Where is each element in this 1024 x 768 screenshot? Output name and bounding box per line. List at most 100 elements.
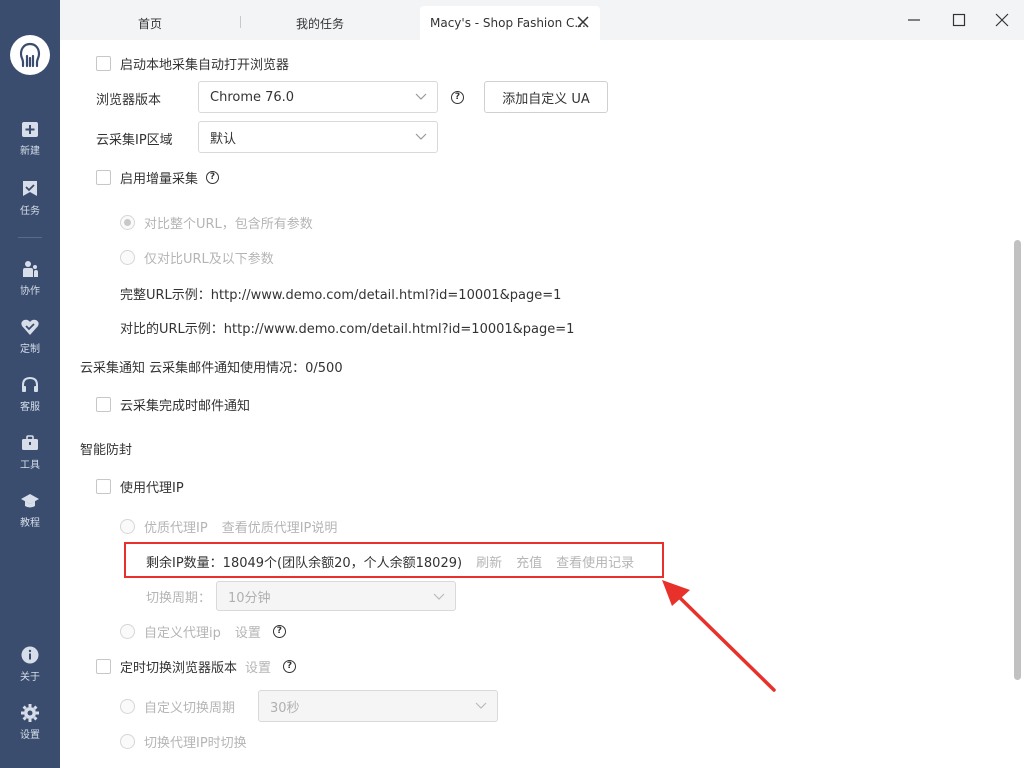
sidebar-label-new: 新建: [20, 146, 40, 157]
use-proxy-ip-label: 使用代理IP: [120, 481, 184, 496]
ip-region-label: 云采集IP区域: [96, 133, 173, 148]
compare-partial-url-row[interactable]: 仅对比URL及以下参数: [120, 248, 274, 267]
scrollbar[interactable]: [1012, 40, 1024, 768]
sidebar-label-support: 客服: [20, 402, 40, 413]
minimize-icon[interactable]: [902, 8, 926, 32]
sidebar-label-tools: 工具: [20, 460, 40, 471]
info-icon: [21, 646, 39, 664]
chevron-down-icon: [433, 593, 445, 600]
browser-version-select[interactable]: Chrome 76.0: [198, 81, 438, 113]
app-logo-icon[interactable]: [10, 35, 50, 75]
switch-period-label: 切换周期：: [146, 591, 212, 606]
sidebar-label-tutorial: 教程: [20, 518, 40, 529]
people-icon: [23, 261, 38, 277]
help-icon[interactable]: ?: [283, 660, 297, 673]
custom-proxy-row[interactable]: 自定义代理ip 设置 ?: [120, 622, 286, 641]
sidebar-label-settings: 设置: [20, 730, 40, 741]
flag-icon: [23, 181, 37, 196]
switch-on-proxy-change-radio[interactable]: [120, 734, 135, 749]
sidebar-label-collab: 协作: [20, 286, 40, 297]
anti-block-heading: 智能防封: [80, 443, 133, 458]
use-proxy-ip-row[interactable]: 使用代理IP: [96, 477, 184, 496]
heart-check-icon: [21, 319, 39, 335]
email-on-complete-row[interactable]: 云采集完成时邮件通知: [96, 395, 250, 414]
auto-open-browser-label: 启动本地采集自动打开浏览器: [120, 58, 290, 73]
custom-proxy-label: 自定义代理ip: [144, 626, 221, 641]
settings-panel: 启动本地采集自动打开浏览器 浏览器版本 Chrome 76.0 ? 添加自定义 …: [60, 40, 1012, 768]
help-icon[interactable]: ?: [206, 171, 220, 184]
email-on-complete-label: 云采集完成时邮件通知: [120, 399, 251, 414]
close-window-icon[interactable]: [990, 8, 1014, 32]
ip-region-select[interactable]: 默认: [198, 121, 438, 153]
help-icon[interactable]: ?: [451, 91, 464, 104]
compare-partial-url-label: 仅对比URL及以下参数: [144, 252, 274, 267]
full-url-example: 完整URL示例：http://www.demo.com/detail.html?…: [120, 288, 562, 303]
sidebar-item-settings[interactable]: 设置: [0, 694, 60, 750]
sidebar: 新建 任务 协作 定制 客服 工具 教程 关于 设置: [0, 0, 60, 768]
custom-switch-period-row[interactable]: 自定义切换周期: [120, 697, 235, 716]
compare-url-example: 对比的URL示例：http://www.demo.com/detail.html…: [120, 322, 575, 337]
sidebar-label-custom: 定制: [20, 344, 40, 355]
auto-open-browser-row[interactable]: 启动本地采集自动打开浏览器: [96, 54, 289, 73]
graduation-cap-icon: [21, 494, 39, 508]
sidebar-item-custom[interactable]: 定制: [0, 308, 60, 364]
email-on-complete-checkbox[interactable]: [96, 397, 111, 412]
browser-version-label: 浏览器版本: [96, 93, 162, 108]
ip-region-value: 默认: [210, 131, 237, 147]
premium-proxy-radio[interactable]: [120, 519, 135, 534]
tab-active-label: Macy's - Shop Fashion C...: [430, 16, 586, 30]
use-proxy-ip-checkbox[interactable]: [96, 479, 111, 494]
chevron-down-icon: [475, 702, 487, 709]
sidebar-item-tools[interactable]: 工具: [0, 424, 60, 480]
custom-proxy-radio[interactable]: [120, 624, 135, 639]
compare-full-url-row[interactable]: 对比整个URL，包含所有参数: [120, 213, 313, 232]
sidebar-item-tutorial[interactable]: 教程: [0, 482, 60, 538]
switch-period-value: 10分钟: [228, 590, 271, 606]
scrollbar-thumb[interactable]: [1014, 240, 1021, 680]
sidebar-item-support[interactable]: 客服: [0, 366, 60, 422]
custom-proxy-settings-link[interactable]: 设置: [235, 622, 261, 641]
browser-version-value: Chrome 76.0: [210, 89, 295, 105]
premium-proxy-row[interactable]: 优质代理IP 查看优质代理IP说明: [120, 517, 337, 536]
sidebar-item-new[interactable]: 新建: [0, 110, 60, 166]
auto-open-browser-checkbox[interactable]: [96, 56, 111, 71]
close-tab-icon[interactable]: [576, 15, 590, 29]
tab-home[interactable]: 首页: [100, 6, 200, 40]
maximize-icon[interactable]: [947, 8, 971, 32]
tab-my-tasks[interactable]: 我的任务: [260, 6, 380, 40]
custom-switch-period-radio[interactable]: [120, 699, 135, 714]
timed-switch-browser-row[interactable]: 定时切换浏览器版本 设置 ?: [96, 657, 297, 676]
tab-separator: [240, 16, 241, 28]
gear-icon: [21, 704, 39, 722]
timed-switch-settings-link[interactable]: 设置: [245, 657, 271, 676]
tab-home-label: 首页: [137, 16, 162, 31]
switch-on-proxy-change-row[interactable]: 切换代理IP时切换: [120, 732, 247, 751]
timed-switch-browser-label: 定时切换浏览器版本: [120, 661, 238, 676]
incremental-checkbox[interactable]: [96, 170, 111, 185]
highlight-box: [124, 542, 664, 578]
cloud-notify-text: 云采集通知 云采集邮件通知使用情况：0/500: [80, 361, 343, 376]
timed-switch-browser-checkbox[interactable]: [96, 659, 111, 674]
add-custom-ua-button[interactable]: 添加自定义 UA: [484, 81, 608, 113]
plus-icon: [22, 122, 38, 137]
incremental-row[interactable]: 启用增量采集 ?: [96, 168, 220, 187]
compare-partial-url-radio[interactable]: [120, 250, 135, 265]
switch-period-select[interactable]: 10分钟: [216, 581, 456, 611]
help-icon[interactable]: ?: [272, 625, 286, 638]
sidebar-item-collab[interactable]: 协作: [0, 250, 60, 306]
incremental-label: 启用增量采集: [120, 172, 199, 187]
compare-full-url-radio[interactable]: [120, 215, 135, 230]
view-premium-proxy-info-link[interactable]: 查看优质代理IP说明: [222, 517, 338, 536]
custom-switch-period-select[interactable]: 30秒: [258, 690, 498, 722]
custom-switch-period-value: 30秒: [270, 700, 300, 716]
custom-switch-period-label: 自定义切换周期: [144, 701, 236, 716]
sidebar-divider: [18, 237, 42, 238]
headset-icon: [22, 376, 38, 392]
tab-active-page[interactable]: Macy's - Shop Fashion C...: [420, 6, 600, 40]
sidebar-label-tasks: 任务: [20, 206, 40, 217]
annotation-arrow-icon: [662, 580, 776, 692]
sidebar-item-about[interactable]: 关于: [0, 636, 60, 692]
switch-on-proxy-change-label: 切换代理IP时切换: [144, 736, 247, 751]
sidebar-item-tasks[interactable]: 任务: [0, 170, 60, 226]
tab-bar: 首页 我的任务 Macy's - Shop Fashion C...: [60, 0, 1024, 40]
